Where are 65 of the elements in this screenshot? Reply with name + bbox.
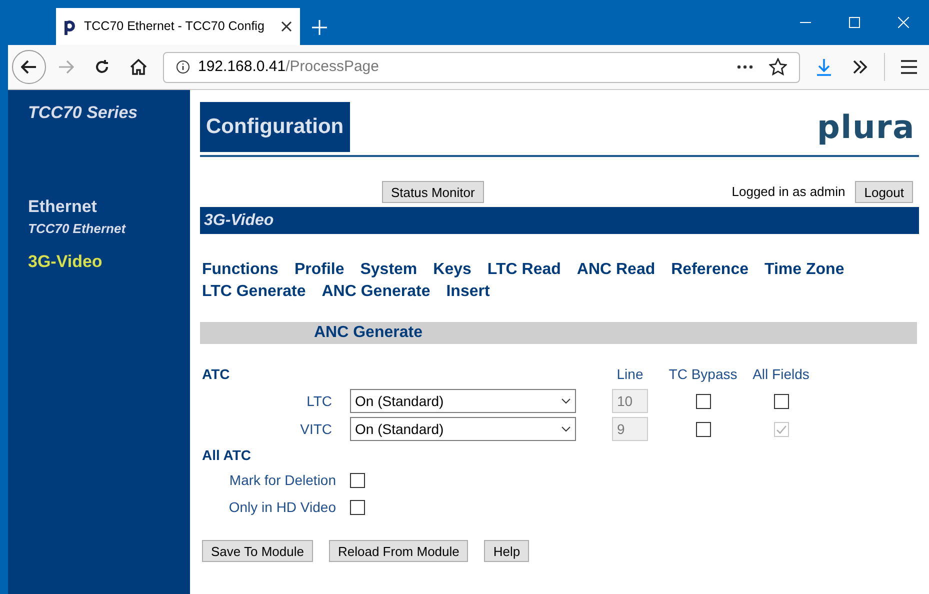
reload-icon[interactable]	[94, 59, 110, 75]
nav-link[interactable]: ANC Generate	[322, 282, 430, 302]
checkbox[interactable]	[350, 500, 365, 515]
star-icon[interactable]	[769, 58, 787, 76]
line-field[interactable]: 9	[612, 417, 648, 441]
nav-link[interactable]: Functions	[202, 260, 278, 280]
maximize-icon[interactable]	[849, 17, 860, 28]
nav-link[interactable]: Insert	[446, 282, 490, 302]
browser-tab[interactable]: TCC70 Ethernet - TCC70 Config	[56, 8, 300, 45]
option-label: Mark for Deletion	[229, 471, 337, 490]
page-title: Configuration	[200, 102, 350, 152]
page-button[interactable]: Help	[484, 540, 530, 562]
info-icon	[176, 60, 190, 74]
nav-link[interactable]: Reference	[671, 260, 748, 280]
page-button[interactable]: Status Monitor	[382, 181, 484, 203]
sidebar-link[interactable]: Ethernet	[28, 194, 170, 219]
nav-link[interactable]: System	[360, 260, 418, 280]
section-label: ATC	[201, 365, 231, 384]
row-label: LTC	[306, 392, 333, 410]
menu-icon[interactable]	[901, 60, 917, 74]
minimize-icon[interactable]	[800, 22, 811, 24]
column-header: All Fields	[752, 365, 810, 384]
page-button[interactable]: Save To Module	[202, 540, 313, 562]
panel-header: ANC Generate	[200, 322, 917, 344]
page-button[interactable]: Reload From Module	[329, 540, 468, 562]
nav-link[interactable]: LTC Generate	[202, 282, 306, 302]
chevron-down-icon	[561, 426, 571, 432]
column-header: TC Bypass	[668, 365, 738, 384]
chevron-down-icon	[561, 398, 571, 404]
home-icon[interactable]	[130, 59, 147, 75]
plura-logo: plura	[816, 107, 915, 148]
sidebar-title: TCC70 Series	[28, 102, 139, 124]
sidebar-link[interactable]: 3G-Video	[28, 248, 170, 274]
checkbox[interactable]	[774, 394, 788, 408]
column-header: Line	[616, 365, 644, 384]
site-favicon	[64, 18, 76, 36]
close-icon[interactable]	[281, 21, 292, 32]
check-icon	[776, 424, 786, 434]
checkbox[interactable]	[350, 473, 365, 488]
login-status: Logged in as admin	[732, 183, 846, 202]
mode-select[interactable]: On (Standard)	[350, 389, 576, 413]
download-icon[interactable]	[816, 58, 832, 76]
nav-link[interactable]: LTC Read	[487, 260, 561, 280]
new-tab-icon[interactable]	[312, 20, 327, 35]
mode-select[interactable]: On (Standard)	[350, 417, 576, 441]
section-bar: 3G-Video	[200, 207, 919, 234]
page-button[interactable]: Logout	[855, 181, 913, 203]
section-label: All ATC	[201, 446, 252, 465]
line-field[interactable]: 10	[612, 389, 648, 413]
checkbox[interactable]	[696, 422, 710, 436]
checkbox[interactable]	[696, 394, 710, 408]
tab-title: TCC70 Ethernet - TCC70 Config	[84, 18, 266, 36]
option-label: Only in HD Video	[228, 498, 337, 517]
overflow-icon[interactable]	[852, 60, 868, 74]
sidebar-subtitle: TCC70 Ethernet	[28, 220, 127, 238]
url-text: 192.168.0.41/ProcessPage	[198, 56, 379, 77]
nav-link[interactable]: Time Zone	[764, 260, 844, 280]
nav-link[interactable]: Keys	[433, 260, 472, 280]
row-label: VITC	[300, 420, 333, 438]
more-icon[interactable]	[737, 65, 753, 69]
address-bar[interactable]: 192.168.0.41/ProcessPage	[163, 52, 800, 82]
back-arrow-icon	[21, 60, 37, 74]
nav-link[interactable]: ANC Read	[576, 260, 656, 280]
back-button[interactable]	[12, 50, 46, 84]
nav-link[interactable]: Profile	[294, 260, 344, 280]
